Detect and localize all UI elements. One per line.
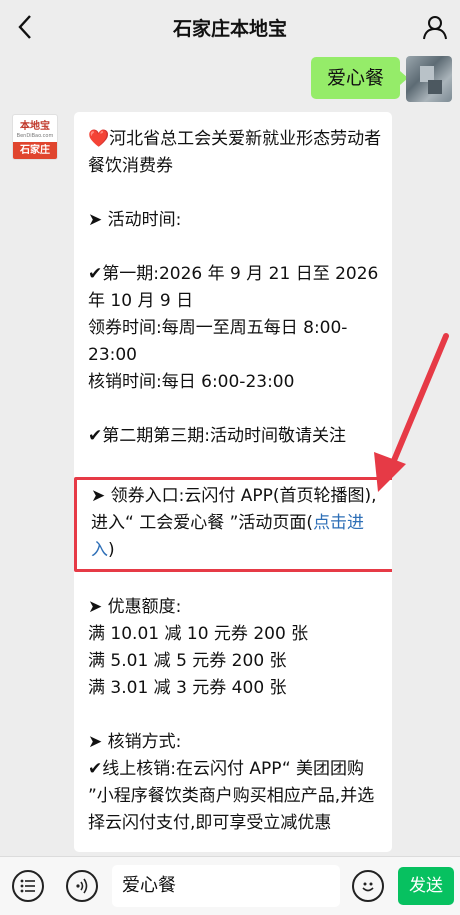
red-arrow-annotation bbox=[374, 333, 449, 492]
avatar-city-text: 石家庄 bbox=[13, 142, 57, 159]
phase1-redeem-time: 核销时间:每日 6:00-23:00 bbox=[88, 372, 295, 392]
my-avatar[interactable] bbox=[406, 56, 452, 102]
phase23-note: ✔第二期第三期:活动时间敬请关注 bbox=[88, 426, 346, 446]
voice-button[interactable] bbox=[66, 870, 98, 902]
entry-end: ) bbox=[108, 540, 115, 560]
message-title: ❤️河北省总工会关爱新就业形态劳动者餐饮消费券 bbox=[88, 129, 382, 176]
discount-heading: ➤ 优惠额度: bbox=[88, 597, 182, 617]
message-content: ❤️河北省总工会关爱新就业形态劳动者餐饮消费券 ➤ 活动时间: ✔第一期:202… bbox=[74, 126, 392, 837]
account-avatar[interactable]: 本地宝 BenDiBao.com 石家庄 bbox=[12, 114, 58, 160]
menu-button[interactable] bbox=[12, 870, 44, 902]
outgoing-message[interactable]: 爱心餐 bbox=[310, 57, 409, 99]
person-icon bbox=[423, 16, 447, 40]
profile-button[interactable] bbox=[420, 12, 450, 42]
chat-header: 石家庄本地宝 bbox=[0, 0, 460, 54]
message-input[interactable]: 爱心餐 bbox=[112, 865, 340, 907]
discount-item: 满 5.01 减 5 元券 200 张 bbox=[88, 651, 287, 671]
avatar-url-text: BenDiBao.com bbox=[16, 133, 54, 139]
avatar-pixel-block bbox=[428, 80, 442, 94]
redeem-online: ✔线上核销:在云闪付 APP“ 美团团购 ”小程序餐饮类商户购买相应产品,并选择… bbox=[88, 759, 375, 833]
emoji-button[interactable] bbox=[352, 870, 384, 902]
entry-highlight-box: ➤ 领券入口:云闪付 APP(首页轮播图),进入“ 工会爱心餐 ”活动页面(点击… bbox=[74, 477, 392, 572]
send-button[interactable]: 发送 bbox=[398, 867, 454, 905]
phase1-claim-time: 领券时间:每周一至周五每日 8:00-23:00 bbox=[88, 318, 348, 365]
chat-title: 石家庄本地宝 bbox=[172, 18, 287, 40]
avatar-logo-text: 本地宝 bbox=[20, 121, 50, 132]
menu-list-icon bbox=[20, 879, 35, 893]
emoji-icon bbox=[362, 882, 374, 892]
activity-heading: ➤ 活动时间: bbox=[88, 210, 182, 230]
phase1-date: ✔第一期:2026 年 9 月 21 日至 2026 年 10 月 9 日 bbox=[88, 264, 379, 311]
discount-item: 满 3.01 减 3 元券 400 张 bbox=[88, 678, 287, 698]
incoming-message[interactable]: ❤️河北省总工会关爱新就业形态劳动者餐饮消费券 ➤ 活动时间: ✔第一期:202… bbox=[74, 112, 392, 852]
voice-icon bbox=[76, 878, 88, 894]
redeem-heading: ➤ 核销方式: bbox=[88, 732, 182, 752]
discount-item: 满 10.01 减 10 元券 200 张 bbox=[88, 624, 309, 644]
input-bar: 爱心餐 发送 bbox=[0, 856, 460, 915]
